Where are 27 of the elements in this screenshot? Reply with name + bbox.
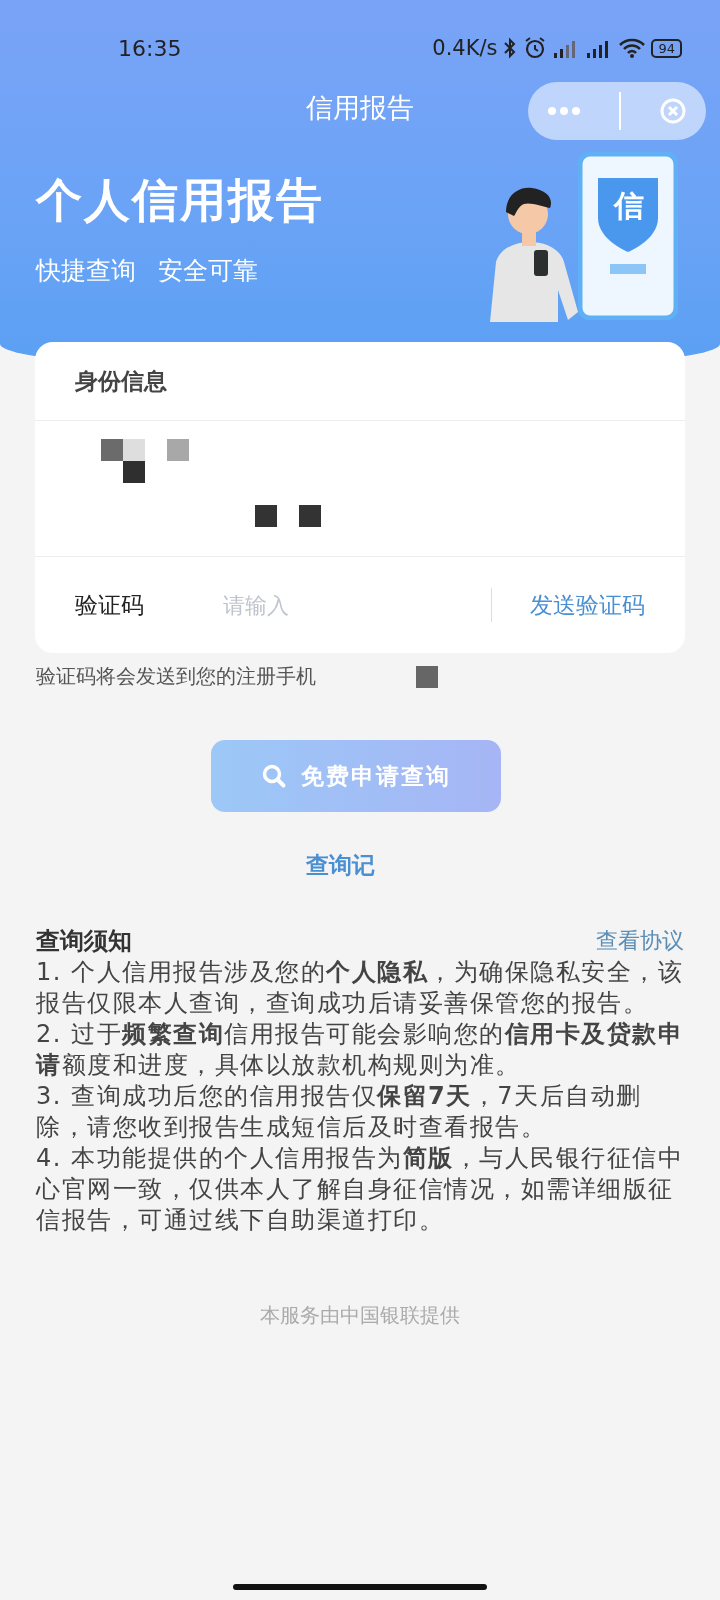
send-code-link[interactable]: 发送验证码 bbox=[492, 589, 645, 621]
notice-paragraph: 4. 本功能提供的个人信用报告为简版，与人民银行征信中心官网一致，仅供本人了解自身征信情况，如需详细版征信报告，可通过线下自助渠道打印。 bbox=[36, 1143, 684, 1236]
more-icon[interactable] bbox=[547, 106, 581, 116]
notice-title: 查询须知 bbox=[36, 926, 132, 957]
page-title: 信用报告 bbox=[306, 91, 414, 125]
hint-text: 验证码将会发送到您的注册手机 bbox=[36, 663, 316, 690]
code-input-field[interactable]: 请输入 bbox=[223, 592, 453, 618]
apply-button[interactable]: 免费申请查询 bbox=[211, 740, 501, 812]
hero-tagline: 安全可靠 bbox=[158, 255, 258, 287]
wifi-icon bbox=[618, 37, 647, 59]
view-agreement-link[interactable]: 查看协议 bbox=[596, 926, 684, 956]
close-icon[interactable] bbox=[659, 97, 687, 125]
query-records-link[interactable]: 查询记 bbox=[306, 852, 375, 878]
status-time: 16:35 bbox=[118, 35, 182, 61]
shield-badge-text: 信 bbox=[614, 187, 644, 225]
search-icon bbox=[261, 763, 287, 789]
notice-paragraph: 3. 查询成功后您的信用报告仅保留7天，7天后自动删除，请您收到报告生成短信后及时查看报告。 bbox=[36, 1081, 643, 1143]
mosaic-drawing bbox=[416, 665, 438, 688]
hero-tagline: 快捷查询 bbox=[36, 255, 136, 287]
footer-text: 本服务由中国银联提供 bbox=[259, 1302, 461, 1329]
battery-indicator: 94 bbox=[651, 38, 682, 58]
notice-paragraph: 2. 过于频繁查询信用报告可能会影响您的信用卡及贷款申请额度和进度，具体以放款机构规则为准。 bbox=[36, 1019, 684, 1081]
section-title: 身份信息 bbox=[75, 366, 167, 396]
network-speed: 0.4K/s bbox=[432, 36, 498, 60]
hero-title: 个人信用报告 bbox=[36, 172, 324, 229]
field-label: 验证码 bbox=[75, 590, 145, 620]
notice-paragraph: 1. 个人信用报告涉及您的个人隐私，为确保隐私安全，该报告仅限本人查询，查询成功后请妥善保管您的报告。 bbox=[36, 957, 684, 1019]
